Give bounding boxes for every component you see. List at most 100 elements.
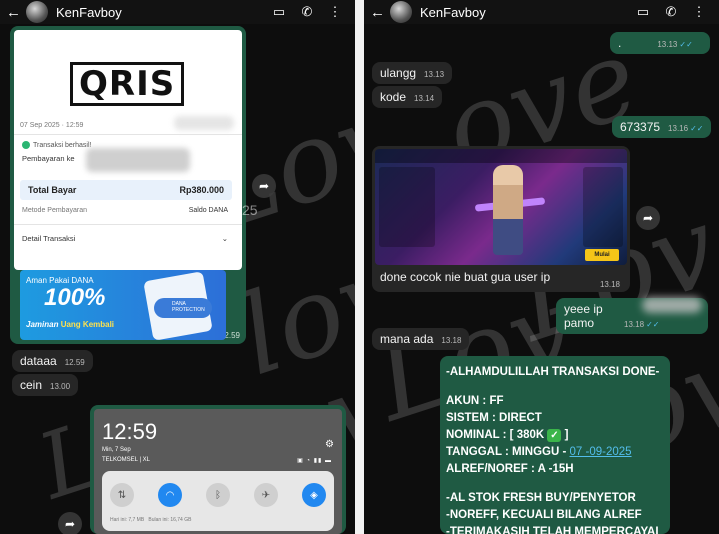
outgoing-message[interactable]: 673375 13.16 ✓✓ [612,116,712,138]
data-today: Hari ini: 7,7 MB [110,517,145,523]
receipt-card: QRIS 07 Sep 2025 · 12:59 Transaksi berha… [14,30,242,270]
data-usage: Hari ini: 7,7 MB Bulan ini: 16,74 GB [110,517,191,523]
summary-alref: ALREF/NOREF : A -15H [446,463,574,475]
character-illustration [493,165,523,255]
qris-logo: QRIS [70,62,185,106]
game-hud-top [375,149,627,163]
carrier-label: TELKOMSEL | XL [102,457,151,463]
incoming-message[interactable]: ulangg 13.13 [372,62,453,84]
game-hud-right [583,167,623,247]
message-text: yeee ip pamo [564,302,603,330]
redacted-merchant [86,148,190,172]
read-ticks-icon: ✓✓ [690,124,704,133]
message-time: 13.18 [599,280,620,289]
data-month: Bulan ini: 16,74 GB [148,517,192,523]
transaction-status: Transaksi berhasil! [22,141,92,149]
chat-header: ← KenFavboy ▭ ✆ ⋮ [0,0,355,24]
game-lobby-image: Mulai [375,149,627,265]
transaction-summary-message[interactable]: -ALHAMDULILLAH TRANSAKSI DONE- AKUN : FF… [440,356,670,534]
left-chat-panel: Love lov Love Lo ← KenFavboy ▭ ✆ ⋮ QRIS … [0,0,355,534]
message-time: 13.13 [657,40,678,49]
incoming-message[interactable]: kode 13.14 [372,86,443,108]
more-options-icon[interactable]: ⋮ [685,4,713,20]
mobile-data-icon: ⇅ [110,483,134,507]
game-screenshot-message[interactable]: Mulai done cocok nie buat gua user ip 13… [372,146,630,292]
right-chat-panel: ove Love Lov love ← KenFavboy ▭ ✆ ⋮ .13.… [364,0,719,534]
back-arrow-icon[interactable]: ← [6,4,21,21]
summary-tanggal: TANGGAL : MINGGU - 07 -09-2025 [446,444,664,461]
nominal-suffix: ] [561,429,569,441]
detail-label: Detail Transaksi [22,234,76,243]
more-options-icon[interactable]: ⋮ [321,4,349,20]
avatar[interactable] [26,1,48,23]
panel-divider [355,0,364,534]
message-text: done cocok nie buat gua user ip [380,270,551,284]
forward-icon[interactable]: ➦ [58,512,82,534]
transaction-detail-row: Detail Transaksi ⌄ [22,234,228,243]
contact-name[interactable]: KenFavboy [420,5,629,20]
total-row: Total Bayar Rp380.000 [20,180,232,200]
summary-nominal: NOMINAL : [ 380K ✓ ] [446,427,664,444]
redacted-area [642,297,702,313]
banner-line3-highlight: Uang Kembali [60,320,115,329]
paid-to-label: Pembayaran ke [22,154,75,163]
flashlight-icon: ◈ [302,483,326,507]
message-text: dataaa [20,354,57,368]
total-value: Rp380.000 [179,185,224,195]
check-mark-icon: ✓ [547,429,562,442]
bluetooth-icon: ᛒ [206,483,230,507]
back-arrow-icon[interactable]: ← [370,4,385,21]
start-button: Mulai [585,249,619,261]
airplane-icon: ✈ [254,483,278,507]
message-time: 13.14 [414,94,435,103]
message-text: kode [380,90,407,104]
incoming-message[interactable]: mana ada 13.18 [372,328,470,350]
outgoing-message[interactable]: . 13.13 ✓✓ [610,32,710,54]
voice-call-icon[interactable]: ✆ [657,4,685,20]
summary-note1: -AL STOK FRESH BUY/PENYETOR [446,492,636,504]
game-hud-left [379,167,435,247]
chat-header: ← KenFavboy ▭ ✆ ⋮ [364,0,719,24]
method-label: Metode Pembayaran [22,207,87,214]
divider [14,224,242,225]
receipt-date: 07 Sep 2025 · 12:59 [20,122,84,129]
message-time: 13.18 [624,320,645,329]
message-text: mana ada [380,332,434,346]
wifi-icon: ◠ [158,483,182,507]
dana-promo-banner: Aman Pakai DANA 100% Jaminan Uang Kembal… [20,270,226,340]
message-time: 13.00 [50,382,71,391]
message-time: 12.59 [64,358,85,367]
dana-protection-badge: DANA PROTECTION [154,298,212,318]
avatar[interactable] [390,1,412,23]
divider [14,134,242,135]
redacted-area [174,116,234,130]
summary-sistem: SISTEM : DIRECT [446,412,542,424]
notification-shade: 12:59 Min, 7 Sep TELKOMSEL | XL ⚙ ▣ ◔ ▮▮… [94,409,342,534]
method-value: Saldo DANA [188,207,228,214]
message-text: . [618,36,622,50]
message-time: 13.18 [441,336,462,345]
message-text: ulangg [380,66,417,80]
phone-screenshot-image[interactable]: 12:59 Min, 7 Sep TELKOMSEL | XL ⚙ ▣ ◔ ▮▮… [90,405,346,534]
contact-name[interactable]: KenFavboy [56,5,265,20]
incoming-message[interactable]: dataaa 12.59 [12,350,93,372]
read-ticks-icon: ✓✓ [646,320,660,329]
quick-settings-panel: ⇅ ◠ ᛒ ✈ ◈ Hari ini: 7,7 MB Bulan ini: 16… [102,471,334,531]
banner-line3: Jaminan Uang Kembali [26,320,114,329]
video-call-icon[interactable]: ▭ [629,4,657,20]
message-time: 13.13 [424,70,445,79]
incoming-message[interactable]: cein 13.00 [12,374,79,396]
date-link[interactable]: 07 -09-2025 [570,446,632,458]
nominal-text: NOMINAL : [ 380K [446,429,548,441]
success-check-icon [22,141,30,149]
status-date: Min, 7 Sep [102,447,131,453]
summary-note3: -TERIMAKASIH TELAH MEMPERCAYAI [446,526,659,534]
video-call-icon[interactable]: ▭ [265,4,293,20]
summary-akun: AKUN : FF [446,395,504,407]
voice-call-icon[interactable]: ✆ [293,4,321,20]
gear-icon: ⚙ [325,439,334,450]
status-clock: 12:59 [102,419,158,444]
forward-icon[interactable]: ➦ [252,174,276,198]
forward-icon[interactable]: ➦ [636,206,660,230]
read-ticks-icon: ✓✓ [679,40,693,49]
